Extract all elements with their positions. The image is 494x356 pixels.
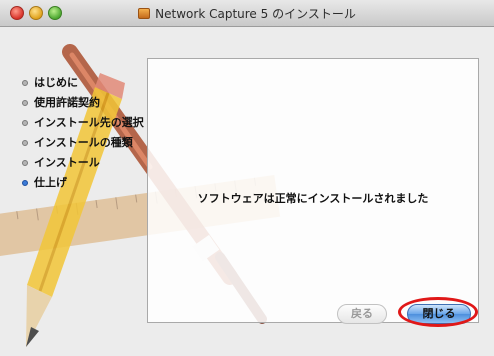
step-bullet-icon xyxy=(22,140,28,146)
step-installation: インストール xyxy=(22,154,144,172)
installer-window: Network Capture 5 のインストール はじめに 使用許諾契約 イン… xyxy=(0,0,494,356)
close-button-highlight xyxy=(398,297,478,327)
step-label: 使用許諾契約 xyxy=(34,96,100,109)
step-label: 仕上げ xyxy=(34,176,67,189)
step-label: インストール先の選択 xyxy=(34,116,144,129)
success-message: ソフトウェアは正常にインストールされました xyxy=(197,192,429,205)
message-panel: ソフトウェアは正常にインストールされました xyxy=(147,58,479,323)
back-button[interactable]: 戻る xyxy=(337,304,387,324)
title-bar[interactable]: Network Capture 5 のインストール xyxy=(0,0,494,27)
step-summary: 仕上げ xyxy=(22,174,144,192)
step-installation-type: インストールの種類 xyxy=(22,134,144,152)
installer-steps: はじめに 使用許諾契約 インストール先の選択 インストールの種類 インストール … xyxy=(22,74,144,194)
step-bullet-active-icon xyxy=(22,180,28,186)
step-bullet-icon xyxy=(22,120,28,126)
step-introduction: はじめに xyxy=(22,74,144,92)
window-title: Network Capture 5 のインストール xyxy=(0,5,494,22)
step-bullet-icon xyxy=(22,100,28,106)
step-license: 使用許諾契約 xyxy=(22,94,144,112)
step-label: インストールの種類 xyxy=(34,136,133,149)
step-label: インストール xyxy=(34,156,100,169)
step-bullet-icon xyxy=(22,160,28,166)
step-bullet-icon xyxy=(22,80,28,86)
window-title-text: Network Capture 5 のインストール xyxy=(155,7,356,21)
step-label: はじめに xyxy=(34,76,78,89)
step-destination: インストール先の選択 xyxy=(22,114,144,132)
package-icon xyxy=(138,8,151,19)
